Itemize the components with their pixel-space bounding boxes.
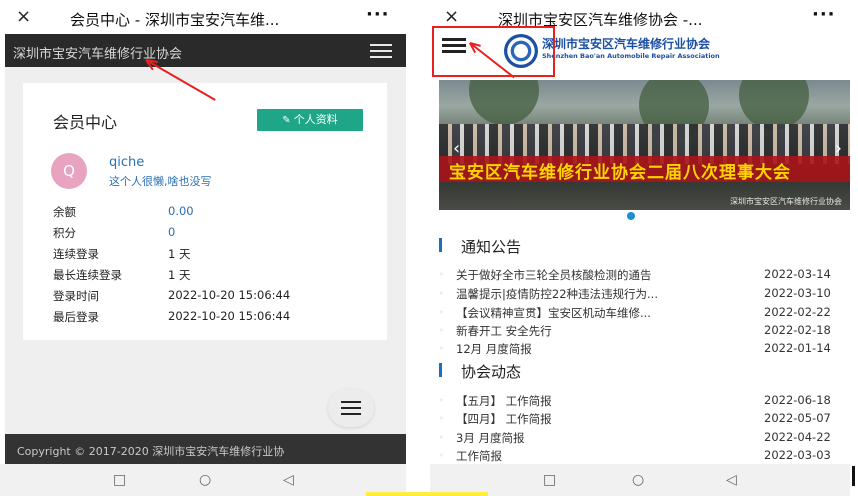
info-row-balance: 余额 0.00 (53, 204, 194, 220)
system-nav-bar: □ ○ ◁ (430, 464, 850, 496)
logo-chinese-name[interactable]: 深圳市宝安区汽车维修行业协会 (542, 35, 710, 52)
logo-english-name: Shenzhen Bao'an Automobile Repair Associ… (542, 52, 720, 60)
info-label: 积分 (53, 226, 76, 240)
close-icon[interactable]: × (444, 6, 459, 27)
list-item[interactable]: ◦ 3月 月度简报 2022-04-22 (439, 430, 850, 448)
more-options-icon[interactable]: ··· (812, 4, 836, 25)
list-item[interactable]: ◦ 关于做好全市三轮全员核酸检测的通告 2022-03-14 (439, 267, 850, 285)
info-row-login-time: 登录时间 2022-10-20 15:06:44 (53, 288, 290, 304)
system-nav-bar: □ ○ ◁ (0, 464, 406, 496)
list-item[interactable]: ◦ 新春开工 安全先行 2022-02-18 (439, 323, 850, 341)
recent-apps-icon[interactable]: □ (543, 472, 556, 488)
info-value: 1 天 (168, 268, 191, 282)
list-item[interactable]: ◦ 温馨提示|疫情防控22种违法违规行为... 2022-03-10 (439, 286, 850, 304)
left-phone-screen: × 会员中心 - 深圳市宝安汽车维... ··· 深圳市宝安汽车维修行业协会 会… (0, 0, 406, 496)
annotation-highlight-box (432, 26, 555, 77)
home-icon[interactable]: ○ (199, 472, 211, 488)
highlight-mark (366, 492, 488, 496)
info-label: 最长连续登录 (53, 268, 122, 282)
info-label: 最后登录 (53, 310, 99, 324)
banner-caption: 宝安区汽车维修行业协会二届八次理事大会 (449, 163, 791, 183)
copyright-text: Copyright © 2017-2020 深圳市宝安汽车维修行业协 (17, 445, 285, 458)
home-icon[interactable]: ○ (632, 472, 644, 488)
chevron-right-icon[interactable]: › (835, 138, 842, 159)
info-label: 连续登录 (53, 247, 99, 261)
info-value: 1 天 (168, 247, 191, 261)
recent-apps-icon[interactable]: □ (113, 472, 126, 488)
banner-caption-band: 宝安区汽车维修行业协会二届八次理事大会 (439, 156, 850, 183)
section-title[interactable]: 协会动态 (461, 361, 521, 382)
menu-icon (341, 401, 361, 415)
carousel-indicator[interactable] (627, 212, 635, 220)
text-cursor (852, 466, 855, 486)
back-icon[interactable]: ◁ (726, 472, 737, 488)
profile-button-label: 个人资料 (293, 113, 338, 126)
info-value[interactable]: 0 (168, 225, 175, 239)
info-label: 余额 (53, 205, 76, 219)
chevron-left-icon[interactable]: ‹ (453, 138, 460, 159)
page-body: 会员中心 ✎ 个人资料 Q qiche 这个人很懒,啥也没写 余额 0.00 积分… (5, 67, 406, 434)
site-name[interactable]: 深圳市宝安汽车维修行业协会 (13, 43, 182, 62)
info-row-consecutive-login: 连续登录 1 天 (53, 246, 190, 262)
back-icon[interactable]: ◁ (283, 472, 294, 488)
member-center-card: 会员中心 ✎ 个人资料 Q qiche 这个人很懒,啥也没写 余额 0.00 积分… (23, 83, 387, 340)
banner-carousel[interactable]: 宝安区汽车维修行业协会二届八次理事大会 ‹ › 深圳市宝安区汽车维修行业协会 (439, 80, 850, 210)
username[interactable]: qiche (109, 155, 144, 170)
info-row-longest-login: 最长连续登录 1 天 (53, 267, 190, 283)
menu-icon[interactable] (370, 44, 392, 58)
info-row-points: 积分 0 (53, 225, 175, 241)
info-label: 登录时间 (53, 289, 99, 303)
page-footer: Copyright © 2017-2020 深圳市宝安汽车维修行业协 (5, 434, 406, 464)
site-header: 深圳市宝安汽车维修行业协会 (5, 34, 406, 67)
page-title: 会员中心 - 深圳市宝安汽车维... (70, 11, 280, 29)
list-item[interactable]: ◦ 12月 月度简报 2022-01-14 (439, 341, 850, 359)
info-value: 2022-10-20 15:06:44 (168, 309, 291, 323)
info-value: 2022-10-20 15:06:44 (168, 288, 291, 302)
more-options-icon[interactable]: ··· (366, 4, 390, 25)
browser-topbar: × 会员中心 - 深圳市宝安汽车维... ··· (0, 0, 406, 34)
banner-watermark: 深圳市宝安区汽车维修行业协会 (730, 197, 842, 206)
user-signature: 这个人很懒,啥也没写 (109, 175, 212, 188)
list-item[interactable]: ◦ 【五月】 工作简报 2022-06-18 (439, 393, 850, 411)
card-title: 会员中心 (53, 113, 118, 132)
list-item[interactable]: ◦ 【会议精神宣贯】宝安区机动车维修... 2022-02-22 (439, 305, 850, 323)
list-item[interactable]: ◦ 【四月】 工作简报 2022-05-07 (439, 411, 850, 429)
profile-button[interactable]: ✎ 个人资料 (257, 109, 363, 131)
close-icon[interactable]: × (16, 6, 31, 27)
avatar[interactable]: Q (51, 153, 87, 189)
floating-menu-button[interactable] (328, 389, 374, 427)
right-phone-screen: × 深圳市宝安区汽车维修协会 -... ··· 深圳市宝安区汽车维修行业协会 S… (430, 0, 850, 496)
info-row-last-login: 最后登录 2022-10-20 15:06:44 (53, 309, 290, 325)
pencil-icon: ✎ (282, 115, 291, 126)
info-value[interactable]: 0.00 (168, 204, 194, 218)
section-title[interactable]: 通知公告 (461, 236, 521, 257)
site-logo-bar: 深圳市宝安区汽车维修行业协会 Shenzhen Bao'an Automobil… (430, 26, 850, 79)
